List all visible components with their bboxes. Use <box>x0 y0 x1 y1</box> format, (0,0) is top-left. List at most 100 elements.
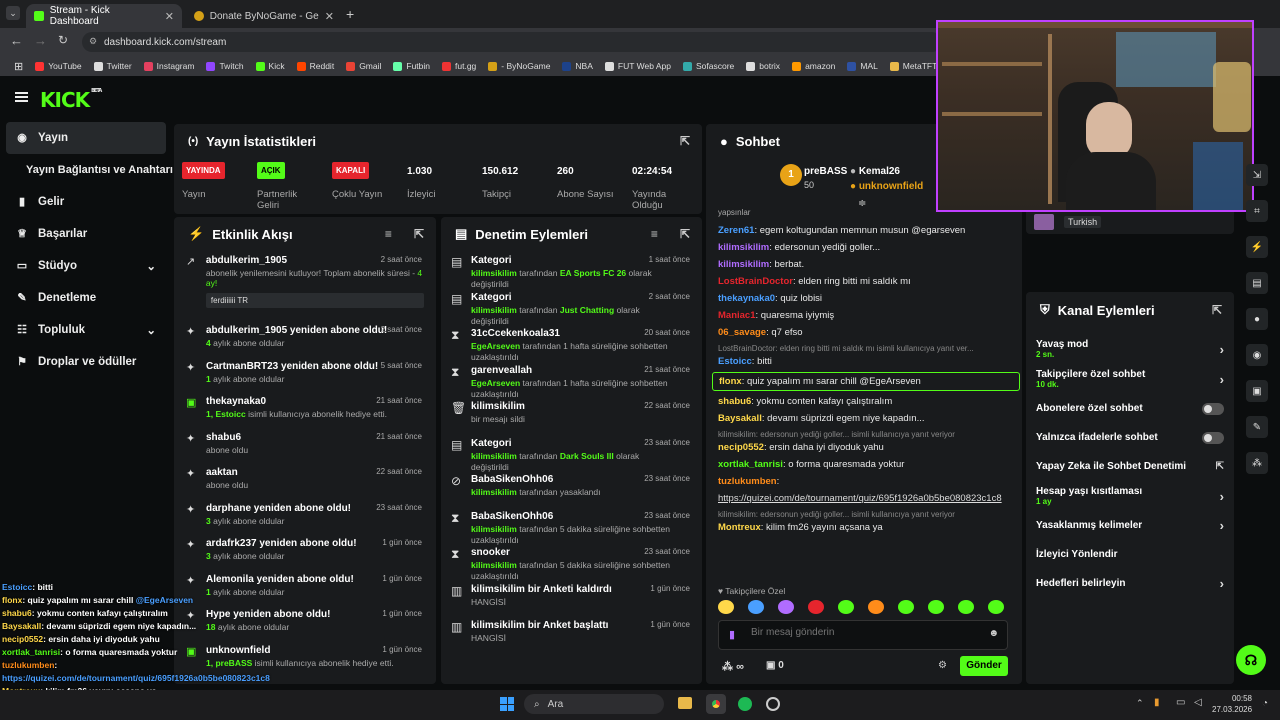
bookmark-item[interactable]: amazon <box>786 61 841 71</box>
sidebar-item-basarilar[interactable]: ♕ Başarılar <box>0 218 172 250</box>
channel-action-item[interactable]: Abonelere özel sohbet <box>1026 394 1234 423</box>
bookmark-item[interactable]: - ByNoGame <box>482 61 556 71</box>
chat-username[interactable]: thekaynaka0 <box>718 293 775 304</box>
chat-username[interactable]: Montreux <box>718 522 761 533</box>
bookmark-item[interactable]: Instagram <box>138 61 201 71</box>
taskbar-search[interactable]: ⌕ Ara <box>524 694 664 714</box>
spotify-icon[interactable] <box>738 697 752 711</box>
filter-icon[interactable]: ≡ <box>651 227 658 241</box>
expand-icon[interactable]: ⇲ <box>1246 164 1268 186</box>
emote-icon[interactable] <box>928 600 944 614</box>
toggle-switch[interactable] <box>1202 402 1224 415</box>
sidebar-item-stream-key[interactable]: Yayın Bağlantısı ve Anahtarı <box>0 154 173 186</box>
sidebar-item-studyo[interactable]: ▭ Stüdyo ⌄ <box>0 250 172 282</box>
bookmark-item[interactable]: botrix <box>740 61 786 71</box>
sidebar-item-topluluk[interactable]: ☷ Topluluk ⌄ <box>0 314 172 346</box>
bookmark-item[interactable]: Twitter <box>88 61 138 71</box>
chat-username[interactable]: shabu6 <box>718 396 751 407</box>
chat-username[interactable]: Estoicc <box>718 356 752 367</box>
leader-name[interactable]: unknownfield <box>859 181 923 192</box>
help-headset-icon[interactable]: ☊ <box>1236 645 1266 675</box>
send-button[interactable]: Gönder <box>960 656 1008 676</box>
sidebar-item-yayin[interactable]: ◉ Yayın <box>6 122 166 154</box>
back-icon[interactable]: ← <box>10 33 23 48</box>
channel-action-item[interactable]: Yapay Zeka ile Sohbet Denetimi ⇱ <box>1026 452 1234 481</box>
emoji-icon[interactable]: ☻ <box>988 628 999 639</box>
bookmark-item[interactable]: Kick <box>250 61 291 71</box>
sidebar-item-droplar[interactable]: ⚑ Droplar ve ödüller <box>0 346 172 378</box>
bookmark-item[interactable]: Reddit <box>291 61 341 71</box>
moderator-name[interactable]: kilimsikilim <box>471 560 517 570</box>
chat-username[interactable]: xortlak_tanrisi <box>718 459 783 470</box>
crop-icon[interactable]: ⌗ <box>1246 200 1268 222</box>
moderator-name[interactable]: kilimsikilim <box>471 451 517 461</box>
emote-icon[interactable] <box>748 600 764 614</box>
settings-icon[interactable]: ⚙ <box>938 660 947 671</box>
new-tab-icon[interactable]: + <box>346 6 354 22</box>
channel-action-item[interactable]: Hedefleri belirleyin › <box>1026 569 1234 598</box>
sidebar-item-gelir[interactable]: ▮ Gelir <box>0 186 172 218</box>
popout-icon[interactable]: ⇱ <box>414 227 424 241</box>
chat-username[interactable]: Maniac1 <box>718 310 756 321</box>
chrome-taskbar-button[interactable] <box>706 694 726 714</box>
moderator-name[interactable]: kilimsikilim <box>471 305 517 315</box>
lightning-icon[interactable]: ⚡ <box>1246 236 1268 258</box>
app-icon[interactable] <box>766 697 780 711</box>
tab-search-icon[interactable]: ⌄ <box>6 6 20 20</box>
moderator-name[interactable]: EgeArseven <box>471 378 520 388</box>
chat-input-field[interactable] <box>751 627 971 638</box>
gift-icon[interactable]: ▣ <box>766 660 775 671</box>
popout-icon[interactable]: ⇱ <box>680 227 690 241</box>
bookmark-item[interactable]: NBA <box>556 61 598 71</box>
channel-action-item[interactable]: Yasaklanmış kelimeler › <box>1026 511 1234 540</box>
mic-icon[interactable]: ▮ <box>1154 697 1160 708</box>
reload-icon[interactable]: ↻ <box>58 33 68 47</box>
file-explorer-icon[interactable] <box>678 697 692 709</box>
channel-action-item[interactable]: Yalnızca ifadelerle sohbet <box>1026 423 1234 452</box>
windows-start-icon[interactable] <box>500 697 514 711</box>
emote-icon[interactable] <box>838 600 854 614</box>
expand-icon[interactable]: ≑ <box>858 198 866 209</box>
moderator-name[interactable]: EgeArseven <box>471 341 520 351</box>
apps-icon[interactable]: ⊞ <box>8 60 29 73</box>
emote-icon[interactable] <box>868 600 884 614</box>
chat-username[interactable]: Zeren61 <box>718 225 754 236</box>
site-info-icon[interactable]: ⚙ <box>89 36 97 47</box>
chat-username[interactable]: kilimsikilim <box>718 242 769 253</box>
emote-icon[interactable] <box>958 600 974 614</box>
leader-name[interactable]: preBASS <box>804 166 847 177</box>
nodes-icon[interactable]: ⁂ <box>1246 452 1268 474</box>
tab-donate-bynogame[interactable]: Donate ByNoGame - Gelen/Gid ✕ <box>186 4 342 28</box>
bookmark-item[interactable]: fut.gg <box>436 61 482 71</box>
kick-logo[interactable]: KICK BETA <box>40 88 102 112</box>
moderator-name[interactable]: kilimsikilim <box>471 524 517 534</box>
bookmark-item[interactable]: Sofascore <box>677 61 740 71</box>
chat-username[interactable]: LostBrainDoctor <box>718 276 793 287</box>
tray-chevron-icon[interactable]: ⌃ <box>1136 698 1144 709</box>
toggle-switch[interactable] <box>1202 431 1224 444</box>
close-tab-icon[interactable]: ✕ <box>165 10 174 23</box>
bookmark-item[interactable]: Gmail <box>340 61 387 71</box>
leader-name[interactable]: Kemal26 <box>859 166 900 177</box>
close-tab-icon[interactable]: ✕ <box>325 10 334 23</box>
emote-icon[interactable] <box>898 600 914 614</box>
chat-username[interactable]: 06_savage <box>718 327 766 338</box>
notification-icon[interactable]: ◔ <box>1262 698 1268 709</box>
chat-username[interactable]: Baysakall <box>718 413 762 424</box>
chat-username[interactable]: tuzlukumben <box>718 476 777 487</box>
emote-icon[interactable] <box>718 600 734 614</box>
channel-action-item[interactable]: Yavaş mod 2 sn. › <box>1026 334 1234 364</box>
emote-icon[interactable] <box>988 600 1004 614</box>
chat-username[interactable]: kilimsikilim <box>718 259 769 270</box>
address-bar[interactable]: ⚙ dashboard.kick.com/stream <box>82 32 942 52</box>
document-icon[interactable]: ▤ <box>1246 272 1268 294</box>
volume-icon[interactable]: ◁ <box>1194 697 1202 708</box>
chat-input[interactable]: ▮ ☻ <box>718 620 1008 650</box>
moderator-name[interactable]: kilimsikilim <box>471 268 517 278</box>
broadcast-icon[interactable]: ◉ <box>1246 344 1268 366</box>
sidebar-item-denetleme[interactable]: ✎ Denetleme <box>0 282 172 314</box>
mic-icon[interactable]: ▮ <box>729 628 735 641</box>
bookmark-item[interactable]: Futbin <box>387 61 436 71</box>
chat-icon[interactable]: ● <box>1246 308 1268 330</box>
emote-icon[interactable] <box>808 600 824 614</box>
